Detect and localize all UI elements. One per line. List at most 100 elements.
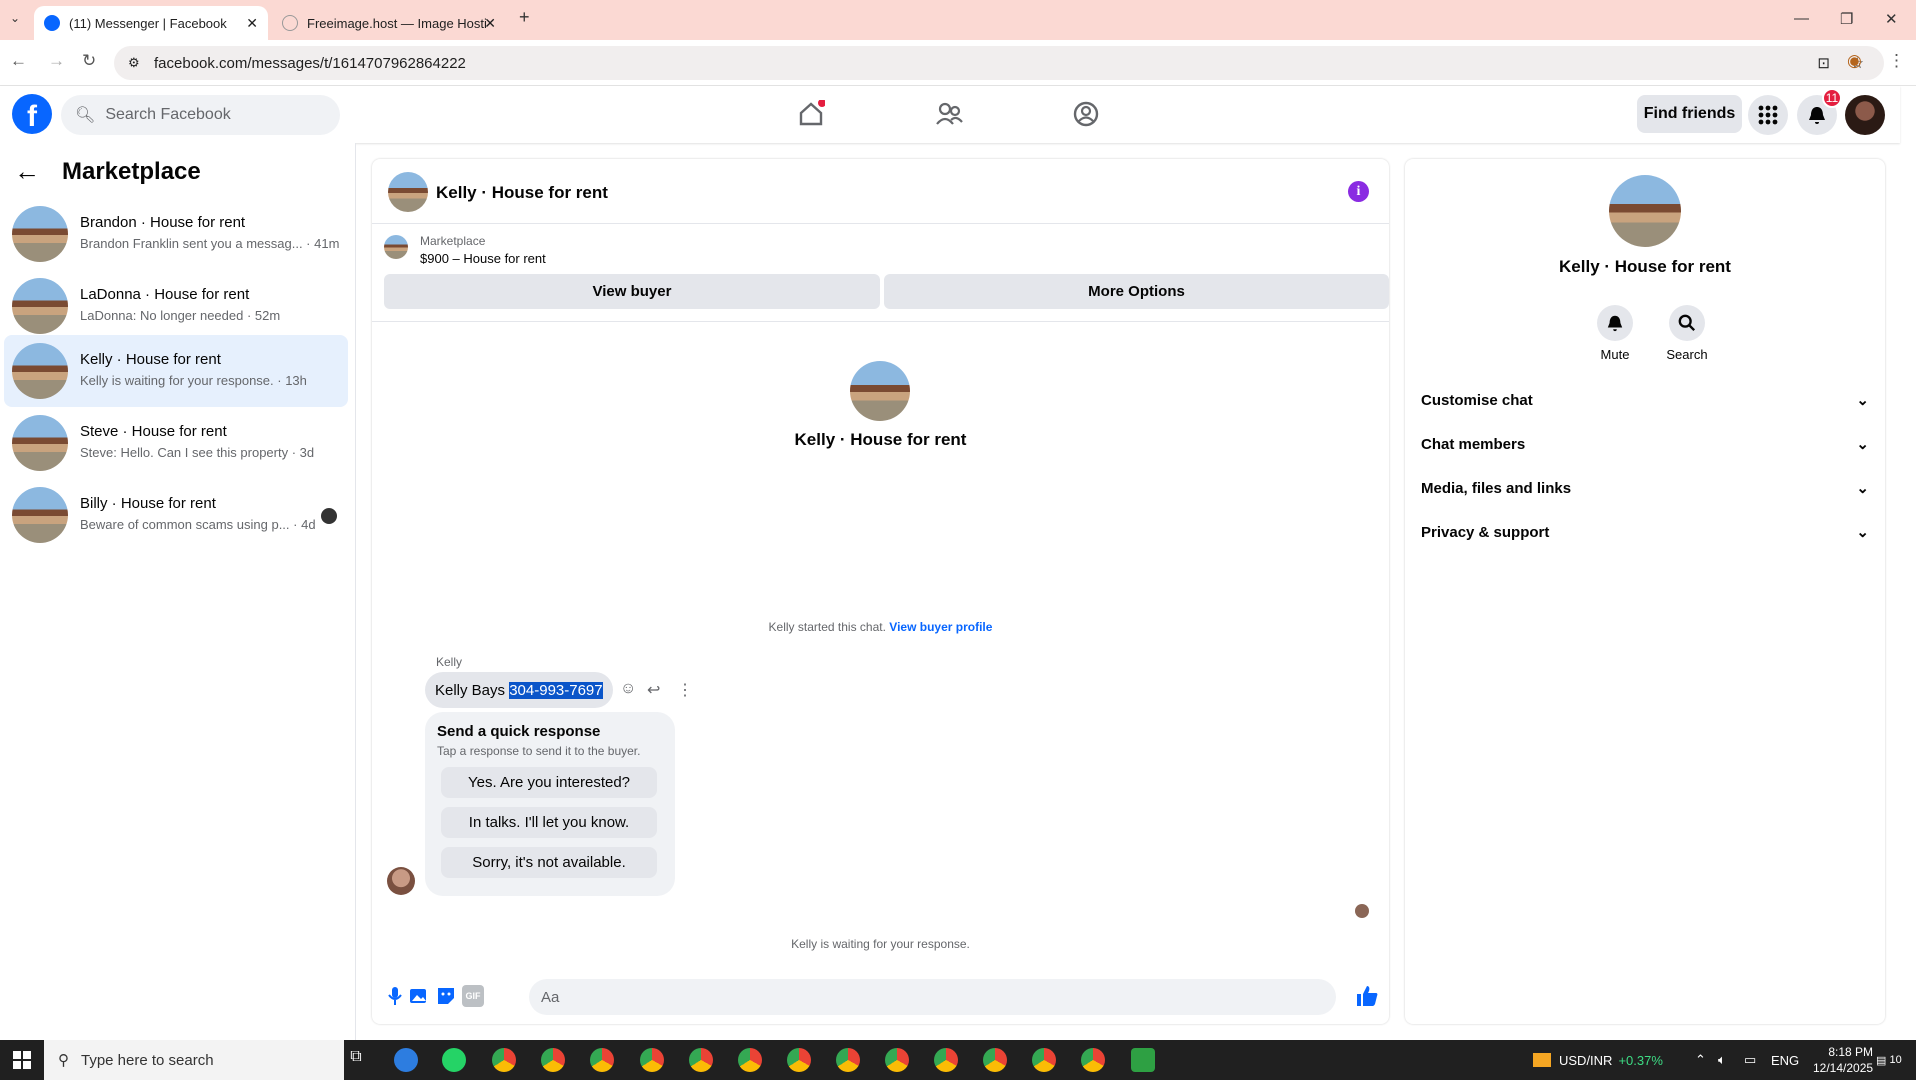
account-avatar[interactable]: [1845, 95, 1885, 135]
menu-grid-icon[interactable]: [1748, 95, 1788, 135]
whatsapp-icon[interactable]: [442, 1048, 466, 1072]
chrome-icon[interactable]: [1081, 1048, 1105, 1072]
install-icon[interactable]: ⊡: [1817, 54, 1830, 72]
chrome-icon[interactable]: [983, 1048, 1007, 1072]
conversation-item-selected[interactable]: Kelly · House for rent Kelly is waiting …: [4, 335, 348, 407]
chevron-down-icon: ⌄: [1856, 524, 1869, 541]
conversation-item[interactable]: LaDonna · House for rent LaDonna: No lon…: [4, 270, 348, 342]
search-chat-button[interactable]: Search: [1659, 305, 1715, 362]
privacy-support-section[interactable]: Privacy & support ⌄: [1421, 514, 1869, 550]
chrome-icon[interactable]: [1032, 1048, 1056, 1072]
chrome-icon[interactable]: [934, 1048, 958, 1072]
more-options-button[interactable]: More Options: [884, 274, 1389, 309]
chrome-icon[interactable]: [689, 1048, 713, 1072]
chat-members-section[interactable]: Chat members ⌄: [1421, 426, 1869, 462]
conversation-item[interactable]: Billy · House for rent Beware of common …: [4, 479, 348, 551]
facebook-favicon-icon: [44, 15, 60, 31]
home-icon[interactable]: [797, 100, 825, 128]
url-text: facebook.com/messages/t/1614707962864222: [154, 54, 466, 72]
task-view-icon[interactable]: ⧉: [344, 1048, 368, 1072]
clock[interactable]: 8:18 PM 12/14/2025: [1813, 1040, 1873, 1080]
tray-chevron-icon[interactable]: ⌃: [1695, 1040, 1706, 1080]
quick-reply-button[interactable]: Sorry, it's not available.: [441, 847, 657, 878]
friends-icon[interactable]: [935, 100, 963, 128]
message-composer: GIF Aa: [372, 977, 1503, 1017]
site-info-icon[interactable]: ⚙: [128, 55, 140, 71]
url-field[interactable]: ⚙ facebook.com/messages/t/16147079628642…: [114, 46, 1884, 80]
conversation-item[interactable]: Brandon · House for rent Brandon Frankli…: [4, 198, 348, 270]
tab-list-icon[interactable]: ⌄: [10, 11, 20, 25]
info-icon[interactable]: i: [1348, 181, 1369, 202]
facebook-header: f 🔍︎ Search Facebook Find friends 11: [0, 86, 1900, 143]
view-buyer-profile-link[interactable]: View buyer profile: [889, 620, 992, 634]
minimize-icon[interactable]: —: [1794, 10, 1809, 27]
tab-messenger[interactable]: (11) Messenger | Facebook ✕: [34, 6, 268, 40]
message-input[interactable]: Aa: [529, 979, 1503, 1015]
microphone-icon[interactable]: [384, 985, 406, 1007]
search-facebook-input[interactable]: 🔍︎ Search Facebook: [61, 95, 340, 135]
chrome-icon[interactable]: [836, 1048, 860, 1072]
gif-icon[interactable]: GIF: [462, 985, 484, 1007]
profile-icon[interactable]: ◉: [1847, 51, 1862, 71]
message-input-placeholder: Aa: [541, 988, 560, 1006]
close-window-icon[interactable]: ✕: [1885, 10, 1898, 28]
search-label: Search: [1666, 347, 1708, 362]
chrome-icon[interactable]: [787, 1048, 811, 1072]
close-tab-icon[interactable]: ✕: [484, 15, 496, 32]
chrome-icon[interactable]: [640, 1048, 664, 1072]
react-emoji-icon[interactable]: ☺: [620, 680, 636, 698]
details-avatar[interactable]: [1609, 175, 1681, 247]
new-tab-button[interactable]: +: [519, 7, 530, 28]
quick-reply-button[interactable]: In talks. I'll let you know.: [441, 807, 657, 838]
chat-intro-avatar: [850, 361, 910, 421]
tab-freeimage[interactable]: Freeimage.host — Image Hosti ✕: [272, 6, 506, 40]
quick-reply-button[interactable]: Yes. Are you interested?: [441, 767, 657, 798]
chrome-icon[interactable]: [885, 1048, 909, 1072]
language-indicator[interactable]: ENG: [1771, 1040, 1799, 1080]
close-tab-icon[interactable]: ✕: [246, 15, 258, 32]
search-icon: [1669, 305, 1705, 341]
reload-icon[interactable]: ↻: [82, 51, 96, 71]
notification-center-icon[interactable]: ▤ 10: [1876, 1040, 1902, 1080]
taskbar-app-icon[interactable]: [394, 1048, 418, 1072]
listing-price[interactable]: $900 – House for rent: [420, 251, 546, 266]
groups-icon[interactable]: [1072, 100, 1100, 128]
back-arrow-icon[interactable]: ←: [14, 156, 40, 187]
reply-icon[interactable]: ↩: [647, 680, 660, 700]
back-icon[interactable]: ←: [10, 51, 27, 71]
chat-title[interactable]: Kelly · House for rent: [436, 183, 608, 203]
taskbar-search[interactable]: ⚲ Type here to search: [44, 1040, 344, 1080]
mute-button[interactable]: Mute: [1587, 305, 1643, 362]
thumbs-up-icon[interactable]: [1355, 984, 1379, 1008]
quick-response-card: Send a quick response Tap a response to …: [425, 712, 675, 896]
chrome-icon[interactable]: [590, 1048, 614, 1072]
read-receipt-avatar: [321, 508, 337, 524]
sidebar-title: Marketplace: [62, 157, 201, 185]
taskbar-green-app-icon[interactable]: [1131, 1048, 1155, 1072]
chat-avatar[interactable]: [388, 172, 428, 212]
facebook-logo-icon[interactable]: f: [12, 94, 52, 134]
find-friends-button[interactable]: Find friends: [1637, 95, 1742, 133]
conversation-item[interactable]: Steve · House for rent Steve: Hello. Can…: [4, 407, 348, 479]
network-icon[interactable]: ▭: [1744, 1040, 1756, 1080]
restore-icon[interactable]: ❐: [1840, 10, 1853, 28]
conversation-preview: Brandon Franklin sent you a messag... · …: [80, 236, 340, 251]
chrome-icon[interactable]: [541, 1048, 565, 1072]
customise-chat-section[interactable]: Customise chat ⌄: [1421, 382, 1869, 418]
notification-center-count: 10: [1889, 1054, 1902, 1066]
message-bubble[interactable]: Kelly Bays 304-993-7697: [425, 672, 613, 708]
media-files-links-section[interactable]: Media, files and links ⌄: [1421, 470, 1869, 506]
windows-start-icon[interactable]: [0, 1040, 44, 1080]
view-buyer-button[interactable]: View buyer: [384, 274, 880, 309]
photo-icon[interactable]: [408, 985, 430, 1007]
forward-icon[interactable]: →: [48, 51, 65, 71]
volume-icon[interactable]: 🔈︎: [1718, 1040, 1726, 1080]
sticker-icon[interactable]: [435, 985, 457, 1007]
more-actions-icon[interactable]: ⋮: [677, 680, 693, 700]
browser-menu-icon[interactable]: ⋮: [1888, 51, 1905, 71]
chrome-icon[interactable]: [492, 1048, 516, 1072]
section-label: Privacy & support: [1421, 523, 1550, 541]
chrome-icon[interactable]: [738, 1048, 762, 1072]
address-bar-row: ← → ↻ ⚙ facebook.com/messages/t/16147079…: [0, 40, 1916, 86]
currency-widget[interactable]: USD/INR +0.37%: [1533, 1040, 1663, 1080]
